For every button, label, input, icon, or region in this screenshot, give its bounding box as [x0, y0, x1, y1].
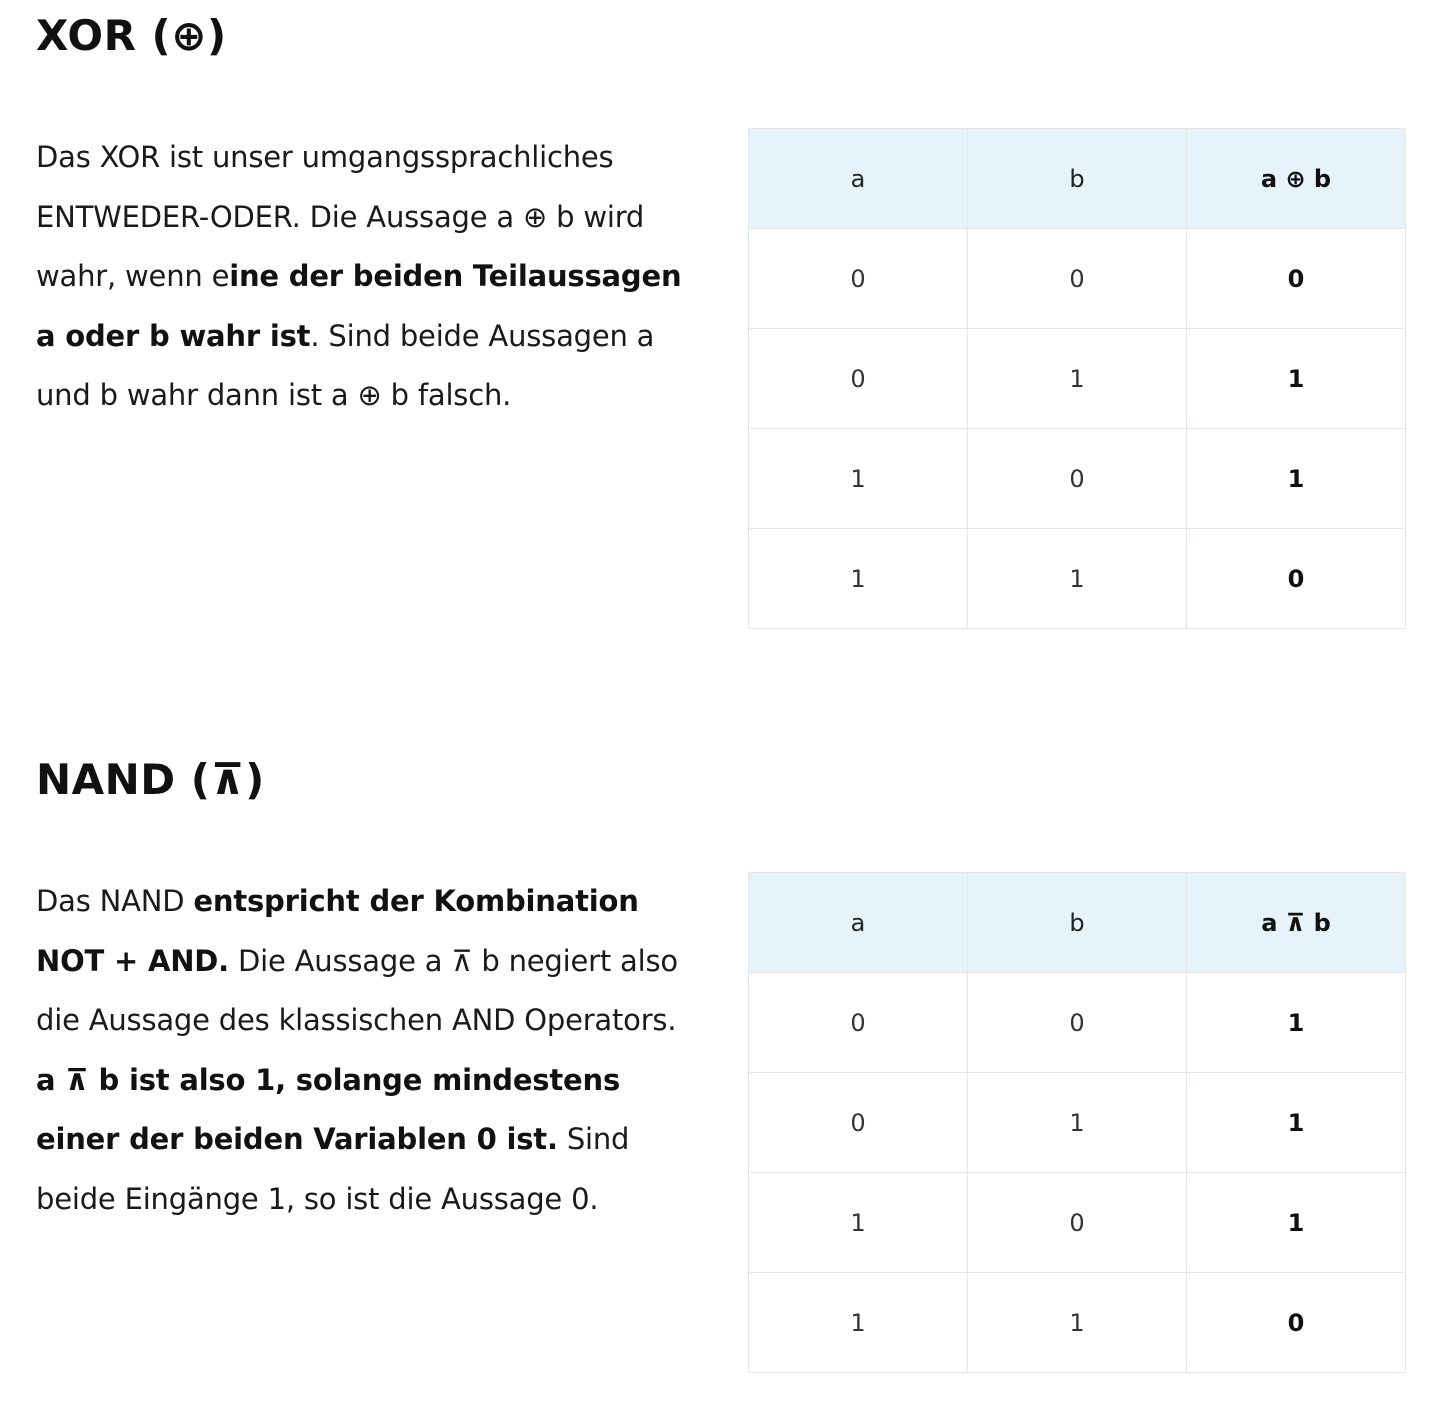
table-cell: 1	[748, 428, 968, 529]
table-cell: 0	[967, 428, 1187, 529]
text-run: Das NAND	[36, 884, 194, 918]
table-cell: 0	[967, 972, 1187, 1073]
table-row: 0 0 1	[748, 972, 1406, 1073]
table-row: 0 0 0	[748, 228, 1406, 329]
table-header-row: a b a ⊕ b	[748, 128, 1406, 229]
table-cell: 1	[967, 328, 1187, 429]
table-cell: 0	[748, 228, 968, 329]
table-cell: 0	[967, 1172, 1187, 1273]
table-row: 1 1 0	[748, 1272, 1406, 1373]
table-cell: 0	[748, 1072, 968, 1173]
xor-description: Das XOR ist unser umgangssprachliches EN…	[36, 128, 686, 426]
result-cell: 0	[1186, 528, 1406, 629]
table-row: 1 0 1	[748, 1172, 1406, 1273]
result-cell: 1	[1186, 428, 1406, 529]
table-row: 1 1 0	[748, 528, 1406, 629]
result-cell: 1	[1186, 972, 1406, 1073]
header-cell-result: a ⊕ b	[1186, 128, 1406, 229]
table-cell: 0	[748, 972, 968, 1073]
result-cell: 1	[1186, 1172, 1406, 1273]
bold-text-run: a ⊼ b ist also 1, solange mindestens ein…	[36, 1062, 621, 1157]
header-cell-a: a	[748, 872, 968, 973]
header-cell-result: a ⊼ b	[1186, 872, 1406, 973]
result-cell: 1	[1186, 1072, 1406, 1173]
table-cell: 1	[967, 1272, 1187, 1373]
table-cell: 1	[748, 528, 968, 629]
nand-truth-table: a b a ⊼ b 0 0 1 0 1 1 1 0 1 1 1 0	[748, 872, 1406, 1373]
xor-truth-table: a b a ⊕ b 0 0 0 0 1 1 1 0 1 1 1 0	[748, 128, 1406, 629]
header-cell-a: a	[748, 128, 968, 229]
header-cell-b: b	[967, 128, 1187, 229]
table-row: 0 1 1	[748, 1072, 1406, 1173]
nand-heading: NAND (⊼)	[36, 755, 265, 804]
table-row: 1 0 1	[748, 428, 1406, 529]
result-cell: 0	[1186, 1272, 1406, 1373]
nand-description: Das NAND entspricht der Kombination NOT …	[36, 872, 686, 1229]
table-header-row: a b a ⊼ b	[748, 872, 1406, 973]
table-cell: 1	[748, 1172, 968, 1273]
table-row: 0 1 1	[748, 328, 1406, 429]
table-cell: 0	[967, 228, 1187, 329]
table-cell: 1	[967, 1072, 1187, 1173]
result-cell: 0	[1186, 228, 1406, 329]
table-cell: 1	[748, 1272, 968, 1373]
result-cell: 1	[1186, 328, 1406, 429]
table-cell: 1	[967, 528, 1187, 629]
header-cell-b: b	[967, 872, 1187, 973]
xor-heading: XOR (⊕)	[36, 11, 227, 60]
table-cell: 0	[748, 328, 968, 429]
